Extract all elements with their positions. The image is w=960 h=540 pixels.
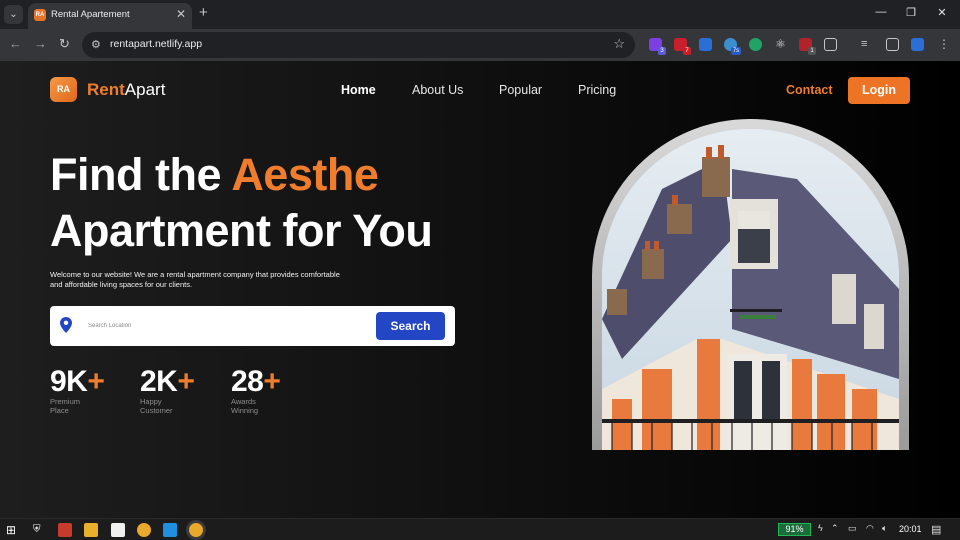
stat-plus: + (177, 365, 195, 398)
brand-second: Apart (124, 80, 166, 99)
brand-first: Rent (87, 80, 125, 99)
chrome-active-icon[interactable] (189, 523, 203, 537)
extension-icon-5[interactable] (749, 38, 762, 51)
hero-title-line-2: Apartment for You (50, 205, 433, 256)
stat-awards-winning: 28+ Awards Winning (231, 365, 281, 415)
profile-avatar[interactable] (911, 38, 924, 51)
stat-label: Premium Place (50, 397, 81, 415)
browser-toolbar: ← → ↻ ⚙ rentapart.netlify.app ☆ 3 7 7s ⚛… (0, 29, 960, 61)
nav-home[interactable]: Home (341, 83, 376, 97)
login-button[interactable]: Login (848, 77, 910, 104)
extension-icon-1[interactable]: 3 (649, 38, 666, 55)
extensions-puzzle-icon[interactable] (824, 38, 837, 51)
stat-plus: + (263, 365, 281, 398)
stat-number: 9K+ (50, 365, 105, 399)
media-control-icon[interactable]: ≡ (861, 38, 874, 51)
search-bar: Search (50, 306, 455, 346)
tab-close-icon[interactable]: ✕ (176, 7, 186, 21)
back-arrow-icon[interactable]: ← (9, 36, 22, 51)
notifications-icon[interactable]: ▤ (931, 523, 941, 536)
hero-title-line-1: Find the Aesthe (50, 149, 379, 201)
browser-tab-active[interactable]: RA Rental Apartement ✕ (28, 3, 192, 29)
stat-number: 2K+ (140, 365, 195, 399)
bookmark-star-icon[interactable]: ☆ (613, 36, 625, 52)
forward-arrow-icon[interactable]: → (34, 36, 47, 51)
tab-search-button[interactable]: ⌄ (4, 5, 23, 24)
window-close-icon[interactable]: ✕ (935, 6, 949, 19)
stat-value: 2K (140, 365, 178, 398)
stat-number: 28+ (231, 365, 281, 399)
charging-icon: ϟ (818, 523, 823, 533)
hero-title-plain: Find the (50, 149, 232, 200)
extension-icon-7[interactable]: 1 (799, 38, 816, 55)
stat-label: Awards Winning (231, 397, 259, 415)
brand-name[interactable]: RentApart (87, 80, 165, 100)
volume-icon[interactable]: 🔈︎ (882, 523, 887, 534)
chrome-icon[interactable] (137, 523, 151, 537)
hero-description: Welcome to our website! We are a rental … (50, 270, 340, 289)
building-illustration (602, 129, 899, 450)
notion-icon[interactable] (111, 523, 125, 537)
stat-premium-place: 9K+ Premium Place (50, 365, 105, 415)
wifi-icon[interactable]: ◠ (866, 523, 874, 534)
stat-value: 9K (50, 365, 88, 398)
browser-menu-icon[interactable]: ⋮ (938, 38, 951, 51)
stat-plus: + (87, 365, 105, 398)
translate-extension-icon[interactable] (699, 38, 712, 51)
vscode-icon[interactable] (163, 523, 177, 537)
stat-label: Happy Customer (140, 397, 173, 415)
restore-icon[interactable]: ❐ (904, 6, 918, 19)
search-button[interactable]: Search (376, 312, 445, 340)
file-explorer-icon[interactable] (84, 523, 98, 537)
logo[interactable]: RA (50, 77, 77, 102)
nav-contact[interactable]: Contact (786, 83, 833, 97)
taskbar-clock[interactable]: 20:01 (899, 524, 922, 534)
windows-start-icon[interactable]: ⊞ (6, 523, 20, 537)
battery-indicator[interactable]: 91% (778, 523, 811, 536)
taskbar-app-icon[interactable] (58, 523, 72, 537)
webpage: RA RentApart Home About Us Popular Prici… (0, 61, 960, 518)
security-shield-icon[interactable]: ⛨ (33, 523, 47, 537)
tab-title: Rental Apartement (51, 9, 130, 20)
browser-tab-bar: ⌄ RA Rental Apartement ✕ + — ❐ ✕ (0, 0, 960, 29)
site-settings-icon[interactable]: ⚙ (91, 38, 101, 51)
address-bar[interactable]: ⚙ rentapart.netlify.app ☆ (82, 32, 635, 58)
stat-happy-customer: 2K+ Happy Customer (140, 365, 195, 415)
location-pin-icon (60, 317, 72, 333)
url-text: rentapart.netlify.app (110, 38, 203, 50)
extension-icon-4[interactable]: 7s (724, 38, 741, 55)
nav-popular[interactable]: Popular (499, 83, 542, 97)
battery-icon[interactable]: ▭ (848, 523, 857, 534)
side-panel-icon[interactable] (886, 38, 899, 51)
chevron-up-icon[interactable]: ⌃ (831, 523, 839, 534)
apartment-building-image (602, 129, 899, 450)
windows-taskbar: ⊞ ⛨ 91% ϟ ⌃ ▭ ◠ 🔈︎ 20:01 ▤ (0, 518, 960, 540)
hero-title-accent: Aesthe (231, 149, 379, 200)
search-location-input[interactable] (88, 318, 348, 334)
stat-value: 28 (231, 365, 264, 398)
new-tab-plus-icon[interactable]: + (199, 4, 208, 21)
react-devtools-icon[interactable]: ⚛ (774, 38, 787, 51)
tab-favicon: RA (34, 9, 46, 21)
reload-icon[interactable]: ↻ (59, 36, 70, 52)
extension-icon-2[interactable]: 7 (674, 38, 691, 55)
nav-about-us[interactable]: About Us (412, 83, 463, 97)
nav-pricing[interactable]: Pricing (578, 83, 616, 97)
minimize-icon[interactable]: — (874, 6, 888, 18)
